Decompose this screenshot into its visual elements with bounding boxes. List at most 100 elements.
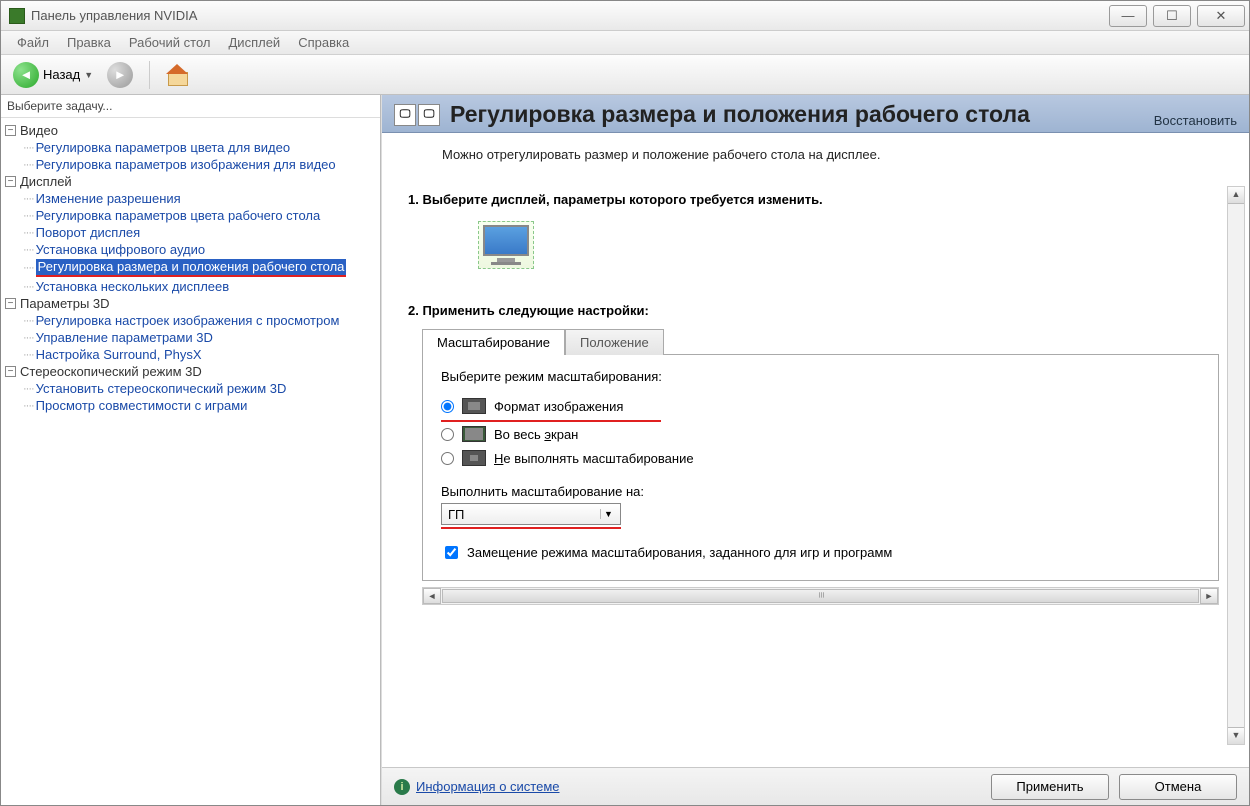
tree-item[interactable]: ····Регулировка параметров изображения д… <box>23 156 380 173</box>
forward-icon: ► <box>107 62 133 88</box>
tree-group-label: Видео <box>20 123 58 138</box>
back-dropdown-icon[interactable]: ▼ <box>84 70 93 80</box>
scroll-thumb[interactable] <box>442 589 1199 603</box>
tree-item-label: Просмотр совместимости с играми <box>36 398 248 413</box>
menu-display[interactable]: Дисплей <box>221 32 289 53</box>
tree-item[interactable]: ····Изменение разрешения <box>23 190 380 207</box>
tree-item-label: Установить стереоскопический режим 3D <box>36 381 287 396</box>
step1-label: 1. Выберите дисплей, параметры которого … <box>408 186 1223 217</box>
monitor2-icon: 🖵 <box>418 104 440 126</box>
perform-on-combo[interactable]: ГП ▼ <box>441 503 621 525</box>
scroll-down-button[interactable]: ▼ <box>1228 727 1244 744</box>
info-icon: i <box>394 779 410 795</box>
tree-item-label: Установка нескольких дисплеев <box>36 279 230 294</box>
cancel-button[interactable]: Отмена <box>1119 774 1237 800</box>
nvidia-icon <box>9 8 25 24</box>
menu-desktop[interactable]: Рабочий стол <box>121 32 219 53</box>
back-button[interactable]: ◄ Назад ▼ <box>9 60 97 90</box>
scroll-right-button[interactable]: ► <box>1200 588 1218 604</box>
tree-item-label: Регулировка настроек изображения с просм… <box>36 313 340 328</box>
override-checkbox[interactable] <box>445 546 458 559</box>
tree-item-label: Управление параметрами 3D <box>36 330 213 345</box>
menu-edit[interactable]: Правка <box>59 32 119 53</box>
tree-item[interactable]: ····Установка цифрового аудио <box>23 241 380 258</box>
horizontal-scrollbar[interactable]: ◄ ► <box>422 587 1219 605</box>
monitor1-icon: 🖵 <box>394 104 416 126</box>
tree-group-label: Дисплей <box>20 174 72 189</box>
home-icon <box>166 64 188 86</box>
home-button[interactable] <box>162 62 192 88</box>
override-row[interactable]: Замещение режима масштабирования, заданн… <box>441 543 1200 562</box>
monitor-screen-icon <box>483 225 529 256</box>
display-thumbnail[interactable] <box>478 221 534 269</box>
collapse-icon[interactable]: − <box>5 176 16 187</box>
tree-item-label: Настройка Surround, PhysX <box>36 347 202 362</box>
tabs: Масштабирование Положение <box>422 328 1223 354</box>
restore-link[interactable]: Восстановить <box>1154 113 1237 128</box>
window-title: Панель управления NVIDIA <box>31 8 1103 23</box>
header-icons: 🖵 🖵 <box>394 104 440 126</box>
system-info-link[interactable]: i Информация о системе <box>394 779 560 795</box>
back-icon: ◄ <box>13 62 39 88</box>
override-label: Замещение режима масштабирования, заданн… <box>467 545 892 560</box>
tree-item-label: Установка цифрового аудио <box>36 242 205 257</box>
tab-position[interactable]: Положение <box>565 329 664 355</box>
system-info-label: Информация о системе <box>416 779 560 794</box>
content-area: 1. Выберите дисплей, параметры которого … <box>382 186 1249 767</box>
radio-aspect-row[interactable]: Формат изображения <box>441 394 1200 418</box>
menu-help[interactable]: Справка <box>290 32 357 53</box>
highlight-underline-2 <box>441 527 621 529</box>
radio-aspect-label: Формат изображения <box>494 399 623 414</box>
tree-group[interactable]: −Стереоскопический режим 3D <box>5 363 380 380</box>
perform-on-label: Выполнить масштабирование на: <box>441 484 1200 499</box>
tree-group[interactable]: −Дисплей <box>5 173 380 190</box>
tree-item[interactable]: ····Просмотр совместимости с играми <box>23 397 380 414</box>
tree-group[interactable]: −Видео <box>5 122 380 139</box>
vertical-scrollbar[interactable]: ▲ ▼ <box>1227 186 1245 745</box>
close-button[interactable]: ✕ <box>1197 5 1245 27</box>
perform-on-value: ГП <box>448 507 464 522</box>
fullscreen-icon <box>462 426 486 442</box>
tree-item[interactable]: ····Регулировка размера и положения рабо… <box>23 258 380 278</box>
step2-label: 2. Применить следующие настройки: <box>408 297 1223 328</box>
tree-item-label: Регулировка размера и положения рабочего… <box>36 259 347 277</box>
tree-item[interactable]: ····Настройка Surround, PhysX <box>23 346 380 363</box>
nvidia-control-panel-window: Панель управления NVIDIA — ☐ ✕ Файл Прав… <box>0 0 1250 806</box>
radio-fullscreen[interactable] <box>441 428 454 441</box>
tree-item[interactable]: ····Регулировка параметров цвета для вид… <box>23 139 380 156</box>
collapse-icon[interactable]: − <box>5 298 16 309</box>
radio-noscale[interactable] <box>441 452 454 465</box>
toolbar-separator <box>149 61 150 89</box>
tree-item[interactable]: ····Регулировка настроек изображения с п… <box>23 312 380 329</box>
scale-mode-label: Выберите режим масштабирования: <box>441 369 1200 384</box>
apply-button[interactable]: Применить <box>991 774 1109 800</box>
radio-noscale-row[interactable]: Не выполнять масштабирование <box>441 446 1200 470</box>
minimize-button[interactable]: — <box>1109 5 1147 27</box>
noscale-icon <box>462 450 486 466</box>
maximize-button[interactable]: ☐ <box>1153 5 1191 27</box>
menu-file[interactable]: Файл <box>9 32 57 53</box>
tree-item[interactable]: ····Управление параметрами 3D <box>23 329 380 346</box>
radio-fullscreen-row[interactable]: Во весь экран <box>441 422 1200 446</box>
tree-item-label: Регулировка параметров цвета рабочего ст… <box>36 208 321 223</box>
scroll-up-button[interactable]: ▲ <box>1228 187 1244 204</box>
tree-item[interactable]: ····Установка нескольких дисплеев <box>23 278 380 295</box>
aspect-icon <box>462 398 486 414</box>
tree-item[interactable]: ····Поворот дисплея <box>23 224 380 241</box>
page-header: 🖵 🖵 Регулировка размера и положения рабо… <box>382 95 1249 133</box>
tree-item-label: Поворот дисплея <box>36 225 141 240</box>
toolbar: ◄ Назад ▼ ► <box>1 55 1249 95</box>
task-tree: −Видео····Регулировка параметров цвета д… <box>1 118 380 805</box>
menubar: Файл Правка Рабочий стол Дисплей Справка <box>1 31 1249 55</box>
back-label: Назад <box>43 67 80 82</box>
tree-item[interactable]: ····Регулировка параметров цвета рабочег… <box>23 207 380 224</box>
radio-aspect[interactable] <box>441 400 454 413</box>
page-description: Можно отрегулировать размер и положение … <box>382 133 1249 186</box>
collapse-icon[interactable]: − <box>5 125 16 136</box>
tab-scaling[interactable]: Масштабирование <box>422 329 565 355</box>
forward-button[interactable]: ► <box>103 60 137 90</box>
collapse-icon[interactable]: − <box>5 366 16 377</box>
tree-item[interactable]: ····Установить стереоскопический режим 3… <box>23 380 380 397</box>
scroll-left-button[interactable]: ◄ <box>423 588 441 604</box>
tree-group[interactable]: −Параметры 3D <box>5 295 380 312</box>
